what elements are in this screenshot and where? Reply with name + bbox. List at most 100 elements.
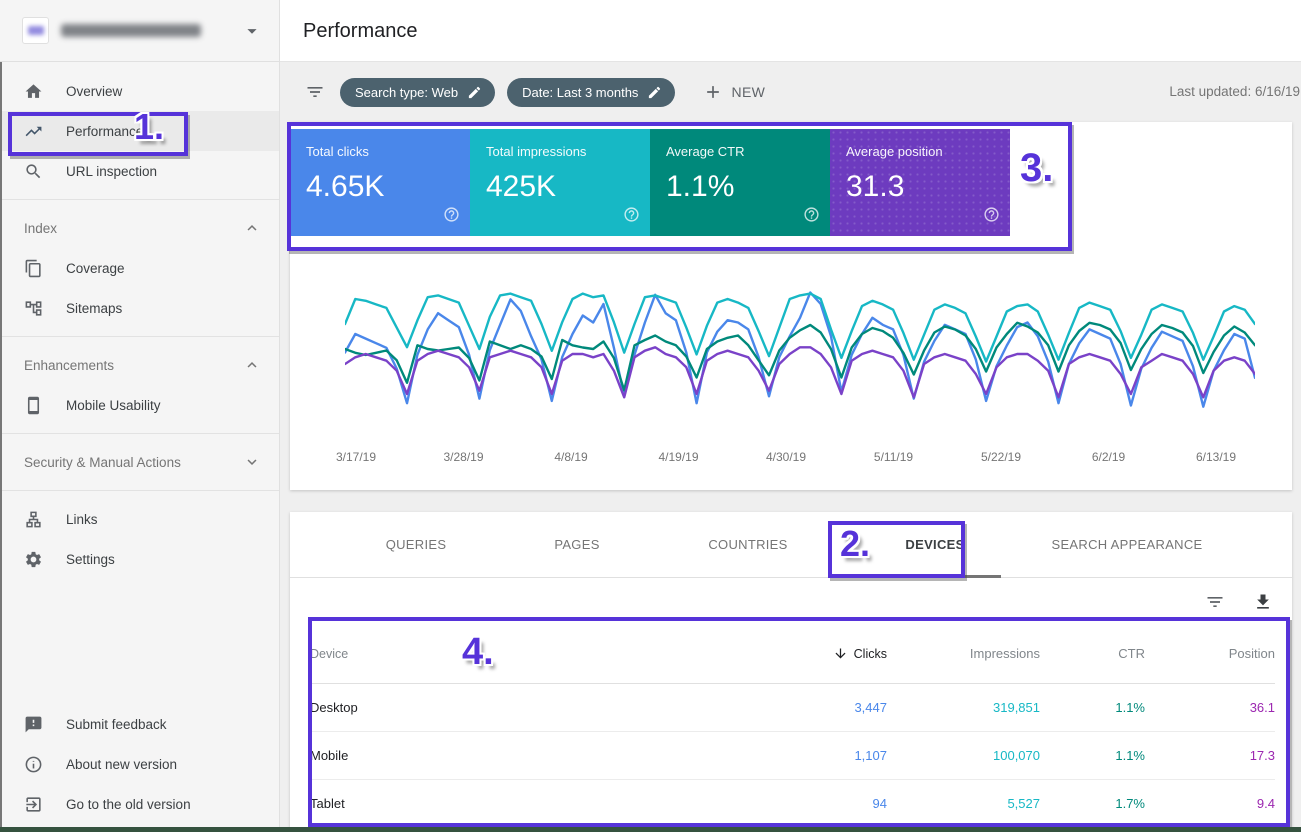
tab-pages[interactable]: PAGES [554, 512, 599, 578]
chart-x-axis: 3/17/19 3/28/19 4/8/19 4/19/19 4/30/19 5… [326, 450, 1246, 464]
column-header-device[interactable]: Device [310, 647, 732, 661]
sidebar-item-about-new-version[interactable]: About new version [0, 744, 279, 784]
device-cell: Tablet [310, 796, 732, 811]
sitemaps-icon [24, 299, 43, 318]
column-header-ctr[interactable]: CTR [1040, 646, 1145, 661]
help-icon[interactable] [443, 206, 460, 228]
divider [0, 336, 279, 337]
x-tick: 6/13/19 [1186, 450, 1246, 464]
sidebar-item-label: Go to the old version [66, 797, 191, 812]
section-label: Index [24, 221, 57, 236]
device-cell: Desktop [310, 700, 732, 715]
card-label: Total clicks [306, 144, 454, 159]
sidebar-item-submit-feedback[interactable]: Submit feedback [0, 704, 279, 744]
impressions-cell: 319,851 [887, 700, 1040, 715]
dropdown-caret-icon[interactable] [241, 20, 263, 42]
sidebar-item-sitemaps[interactable]: Sitemaps [0, 288, 279, 328]
tab-devices[interactable]: DEVICES [905, 512, 964, 578]
new-filter-button[interactable]: NEW [703, 82, 765, 102]
card-label: Average CTR [666, 144, 814, 159]
sidebar-item-label: URL inspection [66, 164, 157, 179]
devices-table: Device Clicks Impressions CTR Position D… [310, 624, 1275, 828]
x-tick: 3/28/19 [434, 450, 494, 464]
clicks-cell: 94 [732, 796, 887, 811]
dimensions-table-panel: QUERIES PAGES COUNTRIES DEVICES SEARCH A… [290, 512, 1292, 832]
divider [0, 199, 279, 200]
sidebar-item-label: About new version [66, 757, 177, 772]
exit-icon [24, 795, 43, 814]
sidebar-item-go-to-old-version[interactable]: Go to the old version [0, 784, 279, 824]
sidebar-item-label: Performance [66, 124, 143, 139]
download-icon[interactable] [1253, 592, 1273, 617]
table-filter-icon[interactable] [1205, 592, 1225, 617]
total-impressions-card[interactable]: Total impressions 425K [470, 129, 650, 236]
sidebar-item-url-inspection[interactable]: URL inspection [0, 151, 279, 191]
new-label: NEW [731, 84, 765, 100]
search-type-chip[interactable]: Search type: Web [340, 78, 495, 107]
property-selector[interactable] [0, 0, 279, 62]
card-value: 1.1% [666, 170, 814, 204]
performance-chart-panel: Total clicks 4.65K Total impressions 425… [290, 122, 1292, 490]
sidebar-item-links[interactable]: Links [0, 499, 279, 539]
device-cell: Mobile [310, 748, 732, 763]
average-position-card[interactable]: Average position 31.3 [830, 129, 1010, 236]
card-value: 31.3 [846, 170, 994, 204]
bottom-edge-strip [0, 827, 1301, 832]
metric-cards-row: Total clicks 4.65K Total impressions 425… [290, 129, 1010, 236]
table-row-mobile[interactable]: Mobile 1,107 100,070 1.1% 17.3 [310, 732, 1275, 780]
impressions-cell: 100,070 [887, 748, 1040, 763]
column-header-clicks[interactable]: Clicks [732, 646, 887, 661]
average-ctr-card[interactable]: Average CTR 1.1% [650, 129, 830, 236]
column-header-impressions[interactable]: Impressions [887, 646, 1040, 661]
x-tick: 5/22/19 [971, 450, 1031, 464]
mobile-icon [24, 396, 43, 415]
sidebar-item-settings[interactable]: Settings [0, 539, 279, 579]
chip-label: Search type: Web [355, 85, 458, 100]
tab-search-appearance[interactable]: SEARCH APPEARANCE [1051, 512, 1202, 578]
table-row-desktop[interactable]: Desktop 3,447 319,851 1.1% 36.1 [310, 684, 1275, 732]
ctr-cell: 1.7% [1040, 796, 1145, 811]
sidebar-section-security-manual-actions[interactable]: Security & Manual Actions [0, 442, 279, 482]
sidebar-item-coverage[interactable]: Coverage [0, 248, 279, 288]
edit-pencil-icon [647, 85, 662, 100]
column-header-position[interactable]: Position [1145, 646, 1275, 661]
sidebar-item-label: Sitemaps [66, 301, 122, 316]
tab-queries[interactable]: QUERIES [386, 512, 447, 578]
help-icon[interactable] [983, 206, 1000, 228]
date-range-chip[interactable]: Date: Last 3 months [507, 78, 675, 107]
chip-label: Date: Last 3 months [522, 85, 638, 100]
help-icon[interactable] [623, 206, 640, 228]
table-row-tablet[interactable]: Tablet 94 5,527 1.7% 9.4 [310, 780, 1275, 828]
sidebar-nav: Overview Performance URL inspection Inde… [0, 62, 279, 579]
x-tick: 3/17/19 [326, 450, 386, 464]
table-header-row: Device Clicks Impressions CTR Position [310, 624, 1275, 684]
position-cell: 17.3 [1145, 748, 1275, 763]
sort-descending-icon [833, 646, 848, 661]
x-tick: 5/11/19 [864, 450, 924, 464]
sidebar-section-index[interactable]: Index [0, 208, 279, 248]
links-icon [24, 510, 43, 529]
tab-countries[interactable]: COUNTRIES [708, 512, 787, 578]
performance-line-chart [345, 274, 1255, 424]
card-value: 425K [486, 170, 634, 204]
sidebar-item-performance[interactable]: Performance [0, 111, 279, 151]
sidebar-item-label: Overview [66, 84, 122, 99]
section-label: Security & Manual Actions [24, 455, 181, 470]
filter-funnel-icon[interactable] [305, 82, 325, 102]
settings-gear-icon [24, 550, 43, 569]
page-title: Performance [303, 0, 418, 62]
window-edge [0, 62, 2, 832]
sidebar-item-label: Links [66, 512, 98, 527]
sidebar-item-mobile-usability[interactable]: Mobile Usability [0, 385, 279, 425]
x-tick: 6/2/19 [1079, 450, 1139, 464]
card-value: 4.65K [306, 170, 454, 204]
total-clicks-card[interactable]: Total clicks 4.65K [290, 129, 470, 236]
chart-line-impressions [345, 294, 1255, 362]
sidebar: Overview Performance URL inspection Inde… [0, 0, 280, 832]
sidebar-section-enhancements[interactable]: Enhancements [0, 345, 279, 385]
ctr-cell: 1.1% [1040, 748, 1145, 763]
help-icon[interactable] [803, 206, 820, 228]
home-icon [24, 82, 43, 101]
table-tools-row [290, 590, 1292, 616]
sidebar-item-overview[interactable]: Overview [0, 71, 279, 111]
